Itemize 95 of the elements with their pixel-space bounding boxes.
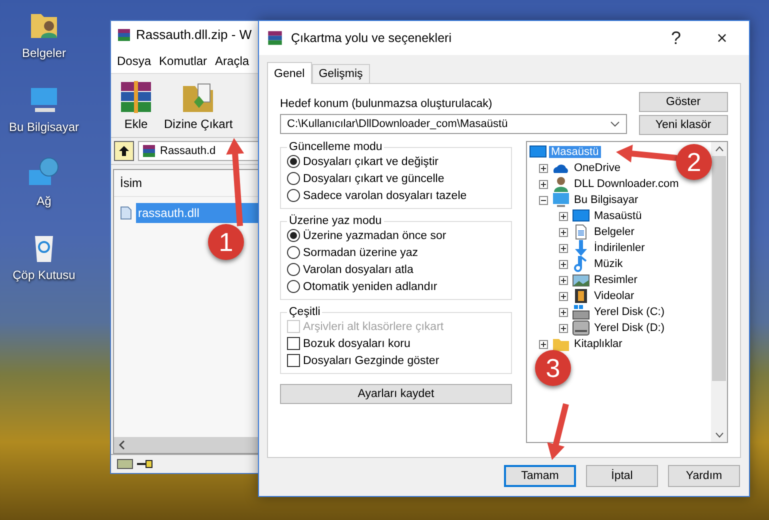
destination-label: Hedef konum (bulunmazsa oluşturulacak) — [280, 98, 494, 110]
group-title: Güncelleme modu — [288, 141, 384, 153]
collapse-icon[interactable] — [539, 196, 548, 204]
option-label[interactable]: Üzerine yazmadan önce sor — [303, 230, 446, 242]
menu-item[interactable]: Araçla — [215, 54, 250, 68]
tree-item[interactable]: Kitaplıklar — [572, 338, 624, 350]
checkbox[interactable] — [287, 337, 300, 350]
person-icon — [552, 176, 570, 192]
radio-button[interactable] — [287, 229, 300, 242]
tree-item[interactable]: DLL Downloader.com — [572, 178, 681, 190]
books-icon — [267, 30, 283, 46]
extract-button[interactable]: Dizine Çıkart — [161, 78, 236, 133]
group-title: Üzerine yaz modu — [288, 215, 383, 227]
books-icon — [142, 144, 156, 158]
add-button[interactable]: Ekle — [115, 78, 157, 133]
tree-item[interactable]: İndirilenler — [592, 242, 647, 254]
menu-item[interactable]: Komutlar — [159, 54, 208, 68]
chevron-down-icon[interactable] — [714, 432, 724, 438]
expand-icon[interactable] — [539, 180, 548, 188]
tree-item[interactable]: Belgeler — [592, 226, 636, 238]
left-chevron-icon[interactable] — [117, 440, 127, 450]
radio-button[interactable] — [287, 155, 300, 168]
drive-icon — [117, 459, 133, 469]
key-icon — [137, 460, 153, 468]
expand-icon[interactable] — [559, 260, 568, 268]
tree-item[interactable]: Masaüstü — [592, 210, 644, 222]
option-label[interactable]: Sadece varolan dosyaları tazele — [303, 190, 467, 202]
ok-button[interactable]: Tamam — [504, 465, 576, 487]
vertical-scrollbar[interactable] — [711, 142, 727, 442]
folder-icon — [552, 336, 570, 352]
expand-icon[interactable] — [539, 164, 548, 172]
tree-item[interactable]: OneDrive — [572, 162, 622, 174]
option-label[interactable]: Dosyaları çıkart ve değiştir — [303, 156, 438, 168]
drive-icon — [572, 320, 590, 336]
option-label[interactable]: Dosyaları Gezginde göster — [303, 354, 440, 366]
books-icon — [118, 80, 154, 114]
tree-item[interactable]: Yerel Disk (D:) — [592, 322, 666, 334]
monitor-icon — [529, 144, 547, 160]
tree-item[interactable]: Resimler — [592, 274, 640, 286]
scrollbar-thumb[interactable] — [712, 156, 726, 381]
tree-item[interactable]: Müzik — [592, 258, 625, 270]
help-button[interactable]: Yardım — [668, 465, 740, 487]
option-label[interactable]: Bozuk dosyaları koru — [303, 338, 410, 350]
cancel-button[interactable]: İptal — [586, 465, 658, 487]
expand-icon[interactable] — [559, 244, 568, 252]
tree-item[interactable]: Yerel Disk (C:) — [592, 306, 666, 318]
destination-combobox[interactable]: C:\Kullanıcılar\DllDownloader_com\Masaüstü — [280, 114, 627, 134]
radio-button[interactable] — [287, 246, 300, 259]
desktop-icon-label[interactable]: Belgeler — [22, 46, 66, 60]
menu-item[interactable]: Dosya — [117, 54, 152, 68]
group-title: Çeşitli — [288, 306, 322, 318]
monitor-icon — [572, 208, 590, 224]
desktop-icon-label[interactable]: Bu Bilgisayar — [8, 120, 80, 134]
tree-item[interactable]: Videolar — [592, 290, 636, 302]
expand-icon[interactable] — [559, 228, 568, 236]
chevron-down-icon[interactable] — [610, 121, 620, 127]
expand-icon[interactable] — [539, 340, 548, 348]
arrow — [547, 403, 569, 460]
radio-button[interactable] — [287, 263, 300, 276]
up-arrow-icon — [118, 145, 130, 157]
option-label[interactable]: Sormadan üzerine yaz — [303, 246, 418, 258]
film-icon — [572, 288, 590, 304]
option-label[interactable]: Dosyaları çıkart ve güncelle — [303, 172, 444, 184]
up-folder-button[interactable] — [114, 141, 134, 161]
expand-icon[interactable] — [559, 308, 568, 316]
radio-button[interactable] — [287, 280, 300, 293]
desktop-icon-label[interactable]: Ağ — [36, 194, 52, 208]
picture-icon — [572, 272, 590, 288]
show-button[interactable]: Göster — [638, 92, 728, 112]
dialog-title: Çıkartma yolu ve seçenekleri — [291, 31, 452, 45]
expand-icon[interactable] — [559, 324, 568, 332]
close-button[interactable]: × — [703, 26, 741, 50]
option-label[interactable]: Varolan dosyaları atla — [303, 264, 414, 276]
tab[interactable]: Genel — [267, 62, 312, 84]
save-settings-button[interactable]: Ayarları kaydet — [280, 384, 512, 404]
window-title: Rassauth.dll.zip - W — [136, 27, 252, 42]
drive-icon — [572, 304, 590, 320]
expand-icon[interactable] — [559, 276, 568, 284]
expand-icon[interactable] — [559, 292, 568, 300]
radio-button[interactable] — [287, 189, 300, 202]
help-button[interactable]: ? — [657, 26, 695, 50]
new-folder-button[interactable]: Yeni klasör — [638, 115, 728, 135]
option-label[interactable]: Otomatik yeniden adlandır — [303, 280, 438, 292]
tree-item[interactable]: Bu Bilgisayar — [572, 194, 640, 206]
file-icon — [120, 206, 132, 220]
chevron-up-icon[interactable] — [714, 146, 724, 152]
desktop-icon-label[interactable]: Çöp Kutusu — [12, 268, 76, 282]
arrow — [616, 144, 678, 163]
checkbox[interactable] — [287, 354, 300, 367]
expand-icon[interactable] — [559, 212, 568, 220]
books-icon — [117, 28, 131, 42]
computer-icon — [552, 192, 570, 208]
radio-button[interactable] — [287, 172, 300, 185]
tab[interactable]: Gelişmiş — [312, 64, 370, 83]
down-arrow-icon — [572, 240, 590, 256]
